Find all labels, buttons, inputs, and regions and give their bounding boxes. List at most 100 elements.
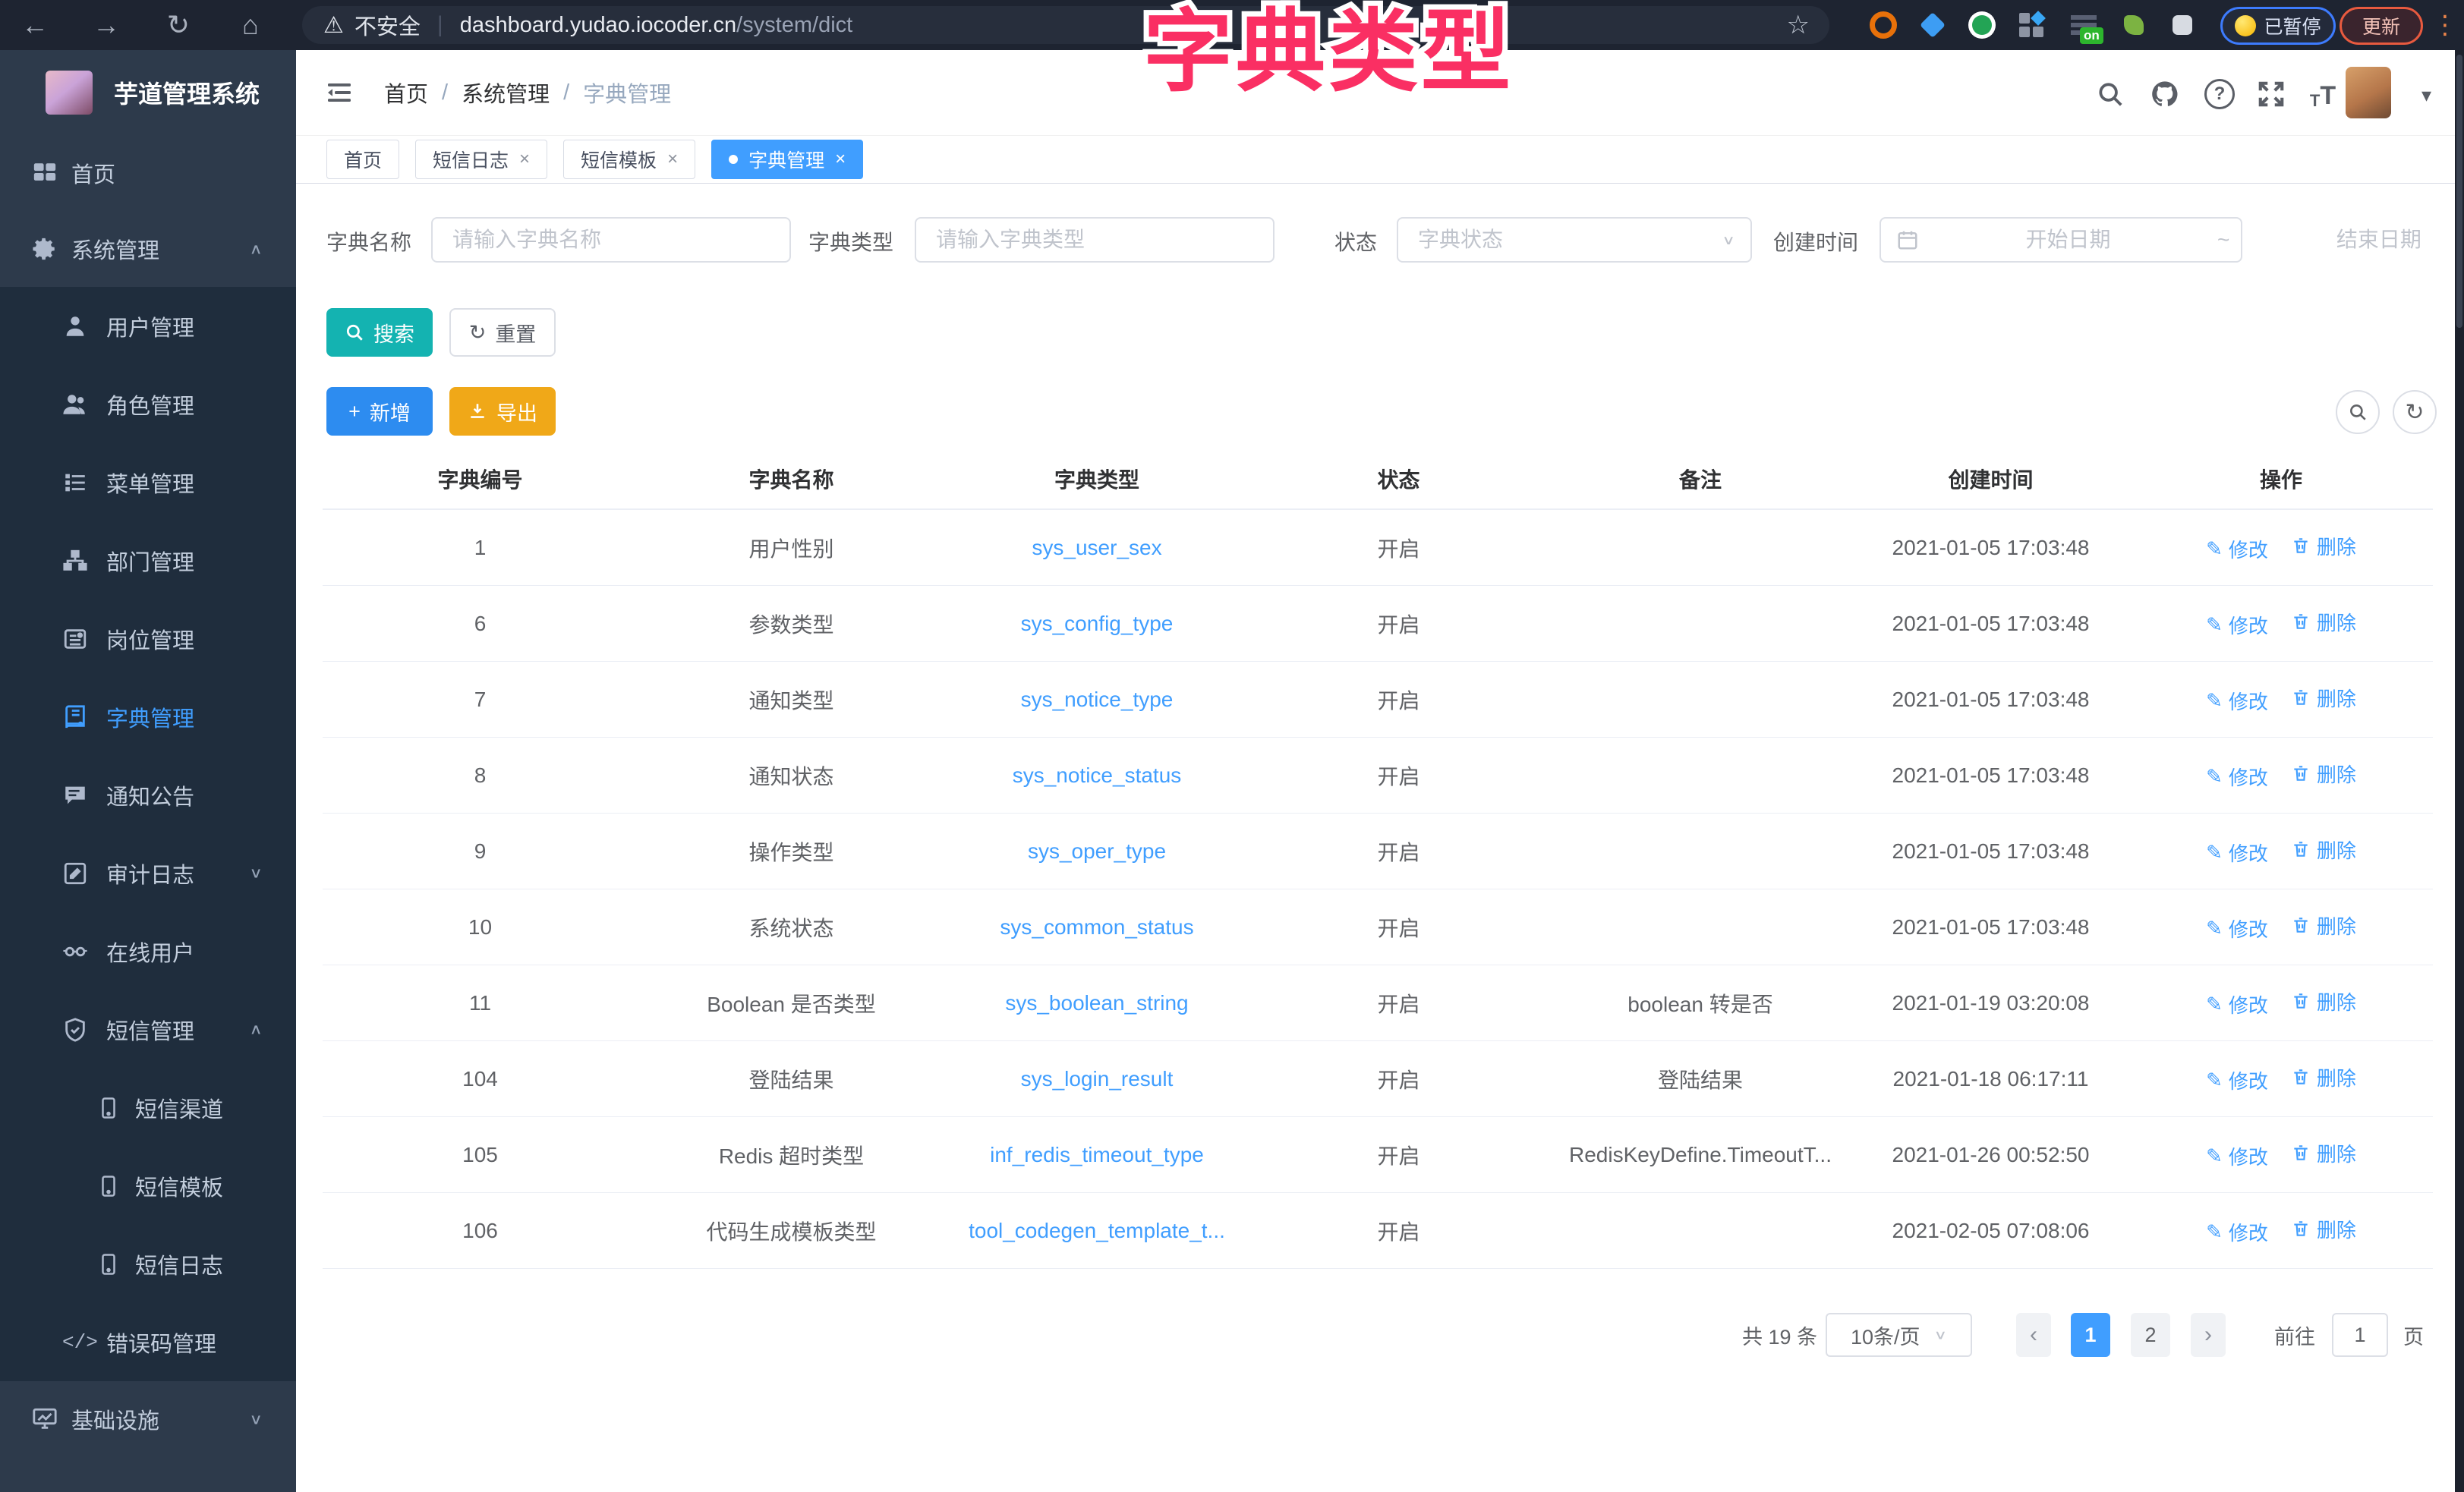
refresh-table-button[interactable]: ↻ <box>2393 390 2437 434</box>
page-size-select[interactable]: 10条/页 ∨ <box>1826 1313 1972 1357</box>
page-button-2[interactable]: 2 <box>2131 1313 2170 1357</box>
breadcrumb-home[interactable]: 首页 <box>384 77 428 109</box>
browser-home-icon[interactable]: ⌂ <box>228 0 273 50</box>
sidebar-item-audit-log[interactable]: 审计日志 ∨ <box>0 834 296 912</box>
font-size-icon[interactable]: TT <box>2306 77 2340 111</box>
tab-sms-template[interactable]: 短信模板 × <box>563 140 695 179</box>
sidebar-item-roles[interactable]: 角色管理 <box>0 365 296 443</box>
dict-name-input[interactable] <box>433 228 789 252</box>
sidebar-item-dict[interactable]: 字典管理 <box>0 678 296 756</box>
browser-update-button[interactable]: 更新 <box>2340 7 2423 45</box>
reset-button[interactable]: ↻ 重置 <box>449 308 556 357</box>
extension-grid-icon[interactable] <box>2017 11 2046 39</box>
sidebar-item-sms-channel[interactable]: 短信渠道 <box>0 1069 296 1147</box>
sidebar-item-posts[interactable]: 岗位管理 <box>0 600 296 678</box>
extension-green-icon[interactable] <box>1968 11 1996 39</box>
sidebar-item-infrastructure[interactable]: 基础设施 ∨ <box>0 1381 296 1457</box>
edit-link[interactable]: ✎修改 <box>2206 687 2268 715</box>
dict-type-input[interactable] <box>916 228 1273 252</box>
delete-link[interactable]: 删除 <box>2291 760 2356 788</box>
window-scrollbar[interactable] <box>2455 50 2464 1492</box>
user-avatar[interactable] <box>2346 67 2391 118</box>
cell-type-link[interactable]: sys_config_type <box>945 586 1249 662</box>
breadcrumb-system[interactable]: 系统管理 <box>462 77 550 109</box>
edit-link[interactable]: ✎修改 <box>2206 535 2268 563</box>
add-button[interactable]: + 新增 <box>326 387 433 436</box>
cell-type-link[interactable]: sys_boolean_string <box>945 965 1249 1041</box>
browser-forward-icon[interactable]: → <box>83 0 129 50</box>
edit-link[interactable]: ✎修改 <box>2206 1218 2268 1246</box>
delete-link[interactable]: 删除 <box>2291 608 2356 636</box>
cell-type-link[interactable]: sys_oper_type <box>945 814 1249 889</box>
end-date-input[interactable] <box>2234 228 2464 252</box>
close-icon[interactable]: × <box>667 149 678 170</box>
cell-type-link[interactable]: inf_redis_timeout_type <box>945 1117 1249 1193</box>
status-select[interactable]: ∨ <box>1397 217 1752 263</box>
tab-home[interactable]: 首页 <box>326 140 399 179</box>
bookmark-star-icon[interactable]: ☆ <box>1787 10 1810 40</box>
prev-page-button[interactable]: ‹ <box>2016 1313 2051 1357</box>
github-icon[interactable] <box>2148 77 2182 111</box>
delete-link[interactable]: 删除 <box>2291 836 2356 864</box>
sidebar-item-users[interactable]: 用户管理 <box>0 287 296 365</box>
cell-type-link[interactable]: sys_user_sex <box>945 509 1249 586</box>
cell-type-link[interactable]: sys_common_status <box>945 889 1249 965</box>
extension-gem-icon[interactable] <box>1918 11 1947 39</box>
delete-link[interactable]: 删除 <box>2291 911 2356 940</box>
delete-link[interactable]: 删除 <box>2291 684 2356 712</box>
search-button[interactable]: 搜索 <box>326 308 433 357</box>
sidebar-item-menus[interactable]: 菜单管理 <box>0 443 296 521</box>
page-button-1[interactable]: 1 <box>2071 1313 2110 1357</box>
sidebar-item-notice[interactable]: 通知公告 <box>0 756 296 834</box>
fullscreen-icon[interactable] <box>2254 77 2288 111</box>
sidebar-item-system[interactable]: 系统管理 ∧ <box>0 211 296 287</box>
delete-link[interactable]: 删除 <box>2291 532 2356 560</box>
scrollbar-thumb[interactable] <box>2456 55 2462 328</box>
toggle-search-button[interactable] <box>2336 390 2380 434</box>
close-icon[interactable]: × <box>519 149 530 170</box>
date-range-picker[interactable]: ~ <box>1880 217 2242 263</box>
cell-type-link[interactable]: sys_notice_status <box>945 738 1249 814</box>
delete-link[interactable]: 删除 <box>2291 1063 2356 1091</box>
browser-menu-icon[interactable]: ⋮ <box>2432 0 2458 50</box>
security-label[interactable]: 不安全 <box>354 9 421 41</box>
delete-link[interactable]: 删除 <box>2291 1139 2356 1167</box>
sidebar-item-sms[interactable]: 短信管理 ∧ <box>0 990 296 1069</box>
hamburger-icon[interactable] <box>325 79 354 106</box>
edit-link[interactable]: ✎修改 <box>2206 990 2268 1018</box>
edit-link[interactable]: ✎修改 <box>2206 1142 2268 1170</box>
tab-dict-active[interactable]: 字典管理 × <box>711 140 863 179</box>
start-date-input[interactable] <box>1919 228 2213 252</box>
sidebar-item-home[interactable]: 首页 <box>0 135 296 211</box>
browser-back-icon[interactable]: ← <box>12 0 58 50</box>
cell-type-link[interactable]: sys_notice_type <box>945 662 1249 738</box>
tab-sms-log[interactable]: 短信日志 × <box>415 140 547 179</box>
help-icon[interactable]: ? <box>2203 77 2236 111</box>
edit-link[interactable]: ✎修改 <box>2206 763 2268 791</box>
address-bar[interactable]: ⚠ 不安全 | dashboard.yudao.iocoder.cn /syst… <box>302 6 1829 44</box>
goto-page-input[interactable] <box>2333 1323 2387 1348</box>
edit-link[interactable]: ✎修改 <box>2206 914 2268 943</box>
header-search-icon[interactable] <box>2094 77 2127 111</box>
delete-link[interactable]: 删除 <box>2291 1215 2356 1243</box>
sidebar-item-sms-template[interactable]: 短信模板 <box>0 1147 296 1225</box>
sidebar-item-online-users[interactable]: 在线用户 <box>0 912 296 990</box>
edit-link[interactable]: ✎修改 <box>2206 611 2268 639</box>
extension-leaf-icon[interactable] <box>2119 11 2148 39</box>
status-select-input[interactable] <box>1398 228 1722 252</box>
edit-link[interactable]: ✎修改 <box>2206 839 2268 867</box>
extension-orange-icon[interactable] <box>1869 11 1898 39</box>
cell-type-link[interactable]: tool_codegen_template_t... <box>945 1193 1249 1269</box>
avatar-caret-icon[interactable]: ▾ <box>2421 83 2431 107</box>
export-button[interactable]: 导出 <box>449 387 556 436</box>
sidebar-item-sms-log[interactable]: 短信日志 <box>0 1225 296 1303</box>
cell-type-link[interactable]: sys_login_result <box>945 1041 1249 1117</box>
edit-link[interactable]: ✎修改 <box>2206 1066 2268 1094</box>
sidebar-item-error-code[interactable]: </> 错误码管理 <box>0 1303 296 1381</box>
sidebar-item-departments[interactable]: 部门管理 <box>0 521 296 600</box>
delete-link[interactable]: 删除 <box>2291 987 2356 1015</box>
profile-paused-badge[interactable]: 已暂停 <box>2220 7 2336 45</box>
extension-puzzle-icon[interactable] <box>2168 11 2197 39</box>
close-icon[interactable]: × <box>835 149 846 170</box>
next-page-button[interactable]: › <box>2191 1313 2226 1357</box>
